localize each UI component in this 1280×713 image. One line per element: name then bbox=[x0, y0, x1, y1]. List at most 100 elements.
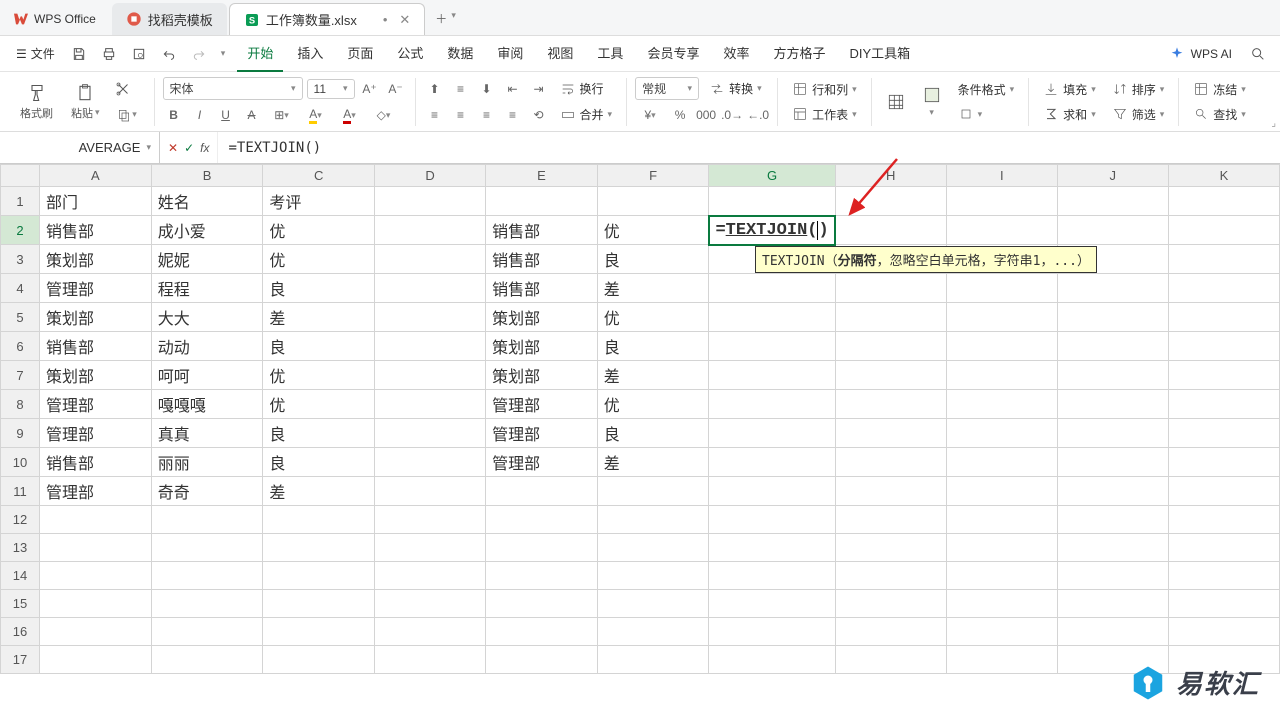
paste-button[interactable]: 粘贴▾ bbox=[65, 81, 106, 123]
cell-C1[interactable]: 考评 bbox=[263, 187, 375, 216]
cell-D3[interactable] bbox=[375, 245, 486, 274]
cell-A12[interactable] bbox=[40, 506, 152, 534]
cell-K3[interactable] bbox=[1168, 245, 1279, 274]
decrease-decimal-button[interactable]: ←.0 bbox=[747, 104, 769, 126]
col-header-I[interactable]: I bbox=[946, 165, 1057, 187]
cell-D1[interactable] bbox=[375, 187, 486, 216]
cell-E11[interactable] bbox=[486, 477, 598, 506]
formula-input[interactable]: =TEXTJOIN() bbox=[218, 140, 1280, 156]
cell-K8[interactable] bbox=[1168, 390, 1279, 419]
justify-button[interactable]: ≡ bbox=[502, 104, 524, 126]
cell-K10[interactable] bbox=[1168, 448, 1279, 477]
increase-indent-button[interactable]: ⇥ bbox=[528, 78, 550, 100]
cell-H7[interactable] bbox=[835, 361, 946, 390]
cell-size-button[interactable]: ▾ bbox=[952, 104, 1021, 124]
cell-J4[interactable] bbox=[1057, 274, 1168, 303]
cell-I10[interactable] bbox=[946, 448, 1057, 477]
cell-F4[interactable]: 差 bbox=[597, 274, 709, 303]
cell-C6[interactable]: 良 bbox=[263, 332, 375, 361]
cell-I9[interactable] bbox=[946, 419, 1057, 448]
cell-E13[interactable] bbox=[486, 534, 598, 562]
cell-D6[interactable] bbox=[375, 332, 486, 361]
percent-button[interactable]: % bbox=[669, 104, 691, 126]
filter-button[interactable]: 筛选▾ bbox=[1106, 104, 1171, 125]
align-right-button[interactable]: ≡ bbox=[476, 104, 498, 126]
cell-B3[interactable]: 妮妮 bbox=[151, 245, 263, 274]
cell-I1[interactable] bbox=[946, 187, 1057, 216]
copy-button[interactable]: ▾ bbox=[112, 104, 142, 126]
italic-button[interactable]: I bbox=[189, 104, 211, 126]
cell-G9[interactable] bbox=[709, 419, 835, 448]
find-button[interactable]: 查找▾ bbox=[1187, 104, 1252, 125]
wps-ai-button[interactable]: WPS AI bbox=[1159, 42, 1242, 66]
align-top-button[interactable]: ⬆ bbox=[424, 78, 446, 100]
row-col-button[interactable]: 行和列▾ bbox=[786, 79, 863, 100]
row-header-14[interactable]: 14 bbox=[1, 562, 40, 590]
row-header-11[interactable]: 11 bbox=[1, 477, 40, 506]
tab-workbook[interactable]: S 工作簿数量.xlsx • ✕ bbox=[229, 3, 425, 35]
undo-button[interactable] bbox=[155, 42, 183, 66]
cell-K9[interactable] bbox=[1168, 419, 1279, 448]
row-header-17[interactable]: 17 bbox=[1, 646, 40, 674]
wrap-text-button[interactable]: 换行 bbox=[554, 78, 610, 99]
cell-F17[interactable] bbox=[597, 646, 709, 674]
cell-C10[interactable]: 良 bbox=[263, 448, 375, 477]
cell-F1[interactable] bbox=[597, 187, 709, 216]
format-painter-button[interactable]: 格式刷 bbox=[14, 81, 59, 123]
cell-F8[interactable]: 优 bbox=[597, 390, 709, 419]
cell-B10[interactable]: 丽丽 bbox=[151, 448, 263, 477]
cell-A7[interactable]: 策划部 bbox=[40, 361, 152, 390]
cell-I14[interactable] bbox=[946, 562, 1057, 590]
cell-B14[interactable] bbox=[151, 562, 263, 590]
cell-J15[interactable] bbox=[1057, 590, 1168, 618]
cell-E9[interactable]: 管理部 bbox=[486, 419, 598, 448]
cell-H11[interactable] bbox=[835, 477, 946, 506]
row-header-13[interactable]: 13 bbox=[1, 534, 40, 562]
cell-G10[interactable] bbox=[709, 448, 835, 477]
cell-C5[interactable]: 差 bbox=[263, 303, 375, 332]
cell-D11[interactable] bbox=[375, 477, 486, 506]
cell-K5[interactable] bbox=[1168, 303, 1279, 332]
cell-D14[interactable] bbox=[375, 562, 486, 590]
cell-E1[interactable] bbox=[486, 187, 598, 216]
col-header-G[interactable]: G bbox=[709, 165, 835, 187]
col-header-F[interactable]: F bbox=[597, 165, 709, 187]
cell-F3[interactable]: 良 bbox=[597, 245, 709, 274]
cell-E4[interactable]: 销售部 bbox=[486, 274, 598, 303]
cell-I15[interactable] bbox=[946, 590, 1057, 618]
sort-button[interactable]: 排序▾ bbox=[1106, 79, 1171, 100]
col-header-J[interactable]: J bbox=[1057, 165, 1168, 187]
cell-B11[interactable]: 奇奇 bbox=[151, 477, 263, 506]
cell-H6[interactable] bbox=[835, 332, 946, 361]
cell-J2[interactable] bbox=[1057, 216, 1168, 245]
cell-E12[interactable] bbox=[486, 506, 598, 534]
decrease-indent-button[interactable]: ⇤ bbox=[502, 78, 524, 100]
cell-I6[interactable] bbox=[946, 332, 1057, 361]
row-header-7[interactable]: 7 bbox=[1, 361, 40, 390]
cell-A8[interactable]: 管理部 bbox=[40, 390, 152, 419]
freeze-button[interactable]: 冻结▾ bbox=[1187, 79, 1252, 100]
cell-B16[interactable] bbox=[151, 618, 263, 646]
row-header-8[interactable]: 8 bbox=[1, 390, 40, 419]
cell-B13[interactable] bbox=[151, 534, 263, 562]
cell-I5[interactable] bbox=[946, 303, 1057, 332]
col-header-C[interactable]: C bbox=[263, 165, 375, 187]
tab-review[interactable]: 审阅 bbox=[487, 35, 533, 72]
align-center-button[interactable]: ≡ bbox=[450, 104, 472, 126]
cell-A15[interactable] bbox=[40, 590, 152, 618]
cell-A14[interactable] bbox=[40, 562, 152, 590]
cell-I12[interactable] bbox=[946, 506, 1057, 534]
cell-E5[interactable]: 策划部 bbox=[486, 303, 598, 332]
cell-A4[interactable]: 管理部 bbox=[40, 274, 152, 303]
cell-K14[interactable] bbox=[1168, 562, 1279, 590]
align-left-button[interactable]: ≡ bbox=[424, 104, 446, 126]
tab-formula[interactable]: 公式 bbox=[387, 35, 433, 72]
cell-A17[interactable] bbox=[40, 646, 152, 674]
name-box[interactable]: AVERAGE ▾ bbox=[0, 132, 160, 163]
number-format-select[interactable]: 常规▾ bbox=[635, 77, 699, 100]
row-header-5[interactable]: 5 bbox=[1, 303, 40, 332]
cell-I2[interactable] bbox=[946, 216, 1057, 245]
merge-button[interactable]: 合并▾ bbox=[554, 104, 619, 125]
cell-F10[interactable]: 差 bbox=[597, 448, 709, 477]
convert-button[interactable]: 转换▾ bbox=[703, 78, 768, 99]
